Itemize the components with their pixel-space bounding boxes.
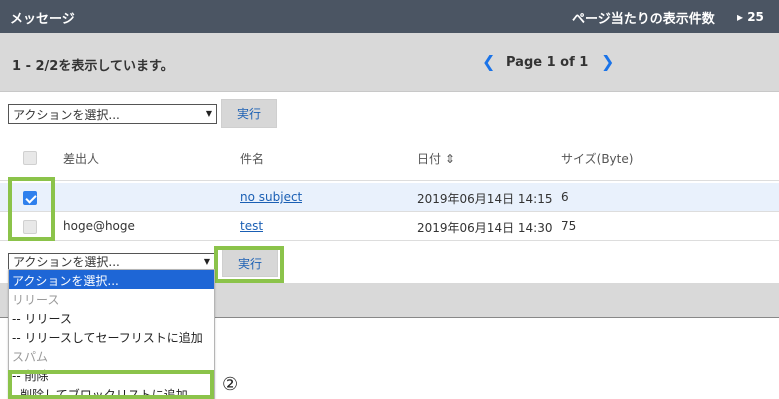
step-marker: ② [222,374,239,395]
action-select-top[interactable]: アクションを選択... ▼ [8,104,217,124]
row-size: 6 [561,190,569,204]
option-release-safelist[interactable]: -- リリースしてセーフリストに追加 [9,327,214,346]
execute-highlight-box [214,246,284,283]
table-row[interactable]: no subject 2019年06月14日 14:15 6 [0,183,779,212]
execute-button-top[interactable]: 実行 [221,99,277,128]
blocklist-option-highlight-box [8,370,214,399]
row-date: 2019年06月14日 14:30 [417,221,553,235]
paging-bar: 1 - 2/2を表示しています。 ❮ Page 1 of 1 ❯ [0,33,779,92]
checkbox-highlight-box [8,177,55,241]
result-count: 1 - 2/2を表示しています。 [12,59,174,74]
select-all-checkbox[interactable] [23,151,37,165]
table-row[interactable]: hoge@hoge test 2019年06月14日 14:30 75 [0,212,779,241]
row-sender: hoge@hoge [63,219,135,233]
action-select-bottom[interactable]: アクションを選択... ▼ [8,253,215,270]
column-size[interactable]: サイズ(Byte) [561,150,633,167]
table-header: 差出人 件名 日付 ⇕ サイズ(Byte) [0,135,779,181]
action-select-top-value: アクションを選択... [13,107,120,122]
column-subject[interactable]: 件名 [240,150,264,167]
row-date: 2019年06月14日 14:15 [417,192,553,206]
option-release[interactable]: -- リリース [9,308,214,327]
action-select-bottom-value: アクションを選択... [13,255,120,269]
column-sender[interactable]: 差出人 [63,150,99,167]
page-indicator: Page 1 of 1 [506,55,589,70]
caret-down-icon: ▼ [203,257,210,266]
column-date[interactable]: 日付 ⇕ [417,150,455,167]
row-size: 75 [561,219,577,233]
message-header: メッセージ ページ当たりの表示件数 ▸ 25 [0,0,779,33]
row-subject-link[interactable]: test [240,219,263,233]
chevron-left-icon[interactable]: ❮ [482,52,495,71]
caret-down-icon: ▼ [205,109,212,118]
option-group-spam: スパム [12,350,49,364]
option-group-release: リリース [12,293,60,307]
page-title: メッセージ [10,12,75,27]
per-page-label: ページ当たりの表示件数 [572,12,715,27]
option-select-action[interactable]: アクションを選択... [9,270,214,289]
row-subject-link[interactable]: no subject [240,190,302,204]
per-page-selector[interactable]: ▸ 25 [737,10,764,24]
chevron-right-icon[interactable]: ❯ [601,52,614,71]
